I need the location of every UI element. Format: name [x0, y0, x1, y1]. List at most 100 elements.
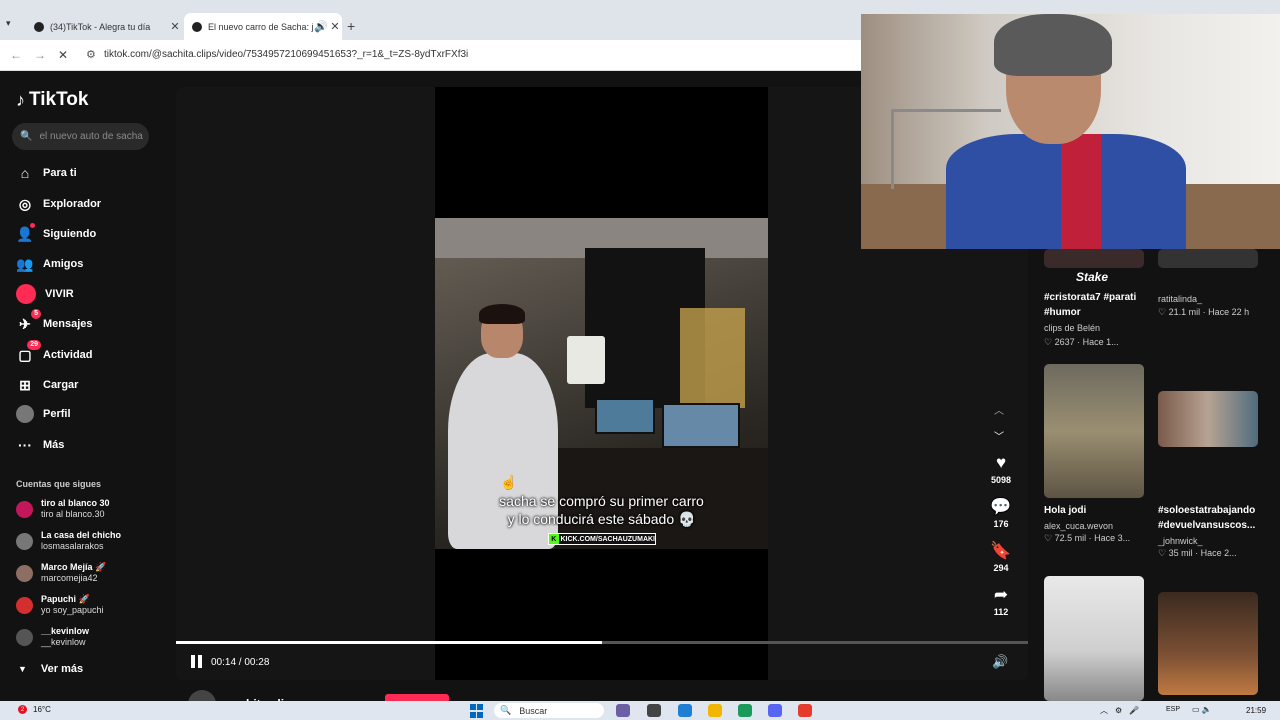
tiktok-logo[interactable]: ♪ TikTok: [16, 89, 88, 111]
language-indicator[interactable]: ESP: [1166, 706, 1180, 713]
back-arrow-icon[interactable]: ←: [10, 48, 22, 62]
close-tab-icon[interactable]: ✕: [168, 20, 182, 33]
live-icon: [16, 284, 36, 304]
account-user: marcomejia42: [41, 573, 98, 583]
following-account[interactable]: tiro al blanco 30 tiro al blanco.30: [16, 498, 110, 520]
suggested-thumbnail[interactable]: [1044, 576, 1144, 701]
suggested-title[interactable]: Hola jodi: [1044, 503, 1154, 518]
clock[interactable]: 21:59: [1246, 706, 1266, 715]
nav-following[interactable]: 👤 Siguiendo: [16, 223, 96, 243]
new-tab-plus-icon[interactable]: +: [347, 18, 355, 34]
save-button[interactable]: 🔖 294: [984, 541, 1018, 573]
forward-arrow-icon[interactable]: →: [34, 48, 46, 62]
site-info-icon[interactable]: ⚙: [86, 48, 96, 61]
search-icon: 🔍: [20, 131, 33, 142]
taskbar-search[interactable]: 🔍 Buscar: [494, 703, 604, 718]
nav-label: Actividad: [43, 349, 93, 361]
volume-icon[interactable]: 🔊: [992, 654, 1008, 670]
microphone-icon[interactable]: 🎤: [1129, 706, 1139, 715]
progress-fill: [176, 641, 602, 644]
nav-for-you[interactable]: ⌂ Para ti: [16, 164, 77, 182]
comment-button[interactable]: 💬 176: [984, 497, 1018, 529]
url-field[interactable]: tiktok.com/@sachita.clips/video/75349572…: [104, 49, 468, 60]
following-account[interactable]: Marco Mejía 🚀 marcomejia42: [16, 562, 106, 584]
see-more-button[interactable]: ▼ Ver más: [18, 663, 83, 675]
suggested-thumbnail[interactable]: [1044, 364, 1144, 498]
weather-widget[interactable]: 2 16°C: [18, 705, 51, 714]
share-button[interactable]: ➦ 112: [984, 585, 1018, 617]
taskbar-app-icon[interactable]: [616, 704, 630, 717]
nav-messages[interactable]: ✈ 5 Mensajes: [16, 309, 93, 333]
account-user: __kevinlow: [41, 637, 86, 647]
copilot-icon[interactable]: [678, 704, 692, 717]
following-account[interactable]: Papuchi 🚀 yo soy_papuchi: [16, 594, 104, 616]
current-time: 00:14: [211, 657, 237, 668]
like-button[interactable]: ♥ 5098: [984, 453, 1018, 485]
suggested-thumbnail[interactable]: [1158, 592, 1258, 695]
ago: Hace 1...: [1082, 337, 1119, 347]
suggested-author[interactable]: ratitalinda_: [1158, 293, 1202, 305]
tab-current-video[interactable]: El nuevo carro de Sacha: ju 🔊 ✕: [184, 13, 342, 40]
avatar: [16, 532, 33, 550]
nav-more[interactable]: ··· Más: [16, 436, 64, 454]
speaker-icon[interactable]: 🔊: [314, 20, 328, 33]
following-account[interactable]: La casa del chicho losmasalarakos: [16, 530, 121, 552]
logo-text: TikTok: [29, 89, 89, 110]
chrome-icon[interactable]: [798, 704, 812, 717]
pause-button[interactable]: [191, 655, 203, 668]
account-name: La casa del chicho: [41, 530, 122, 540]
previous-video-arrow-icon[interactable]: ︿: [994, 402, 1004, 417]
next-video-arrow-icon[interactable]: ﹀: [994, 428, 1004, 443]
nav-activity[interactable]: ▢ 29 Actividad: [16, 340, 93, 364]
caption-line: y lo conducirá este sábado 💀: [507, 511, 696, 527]
suggested-title[interactable]: #cristorata7 #parati #humor: [1044, 290, 1154, 320]
file-explorer-icon[interactable]: [708, 704, 722, 717]
webcam-overlay: [861, 14, 1280, 249]
nav-label: Explorador: [43, 198, 102, 210]
tiktok-note-icon: ♪: [16, 89, 25, 110]
windows-start-icon[interactable]: [470, 704, 484, 718]
stop-loading-icon[interactable]: ✕: [58, 48, 68, 62]
nav-upload[interactable]: ⊞ Cargar: [16, 376, 78, 394]
suggested-author[interactable]: alex_cuca.wevon: [1044, 520, 1113, 532]
nav-label: Para ti: [43, 167, 77, 179]
discord-icon[interactable]: [768, 704, 782, 717]
suggested-thumbnail[interactable]: [1158, 391, 1258, 447]
kick-logo-icon: K: [549, 534, 559, 544]
system-tray: ︿ ⚙ 🎤: [1100, 705, 1139, 716]
account-user: yo soy_papuchi: [41, 605, 104, 615]
nav-profile[interactable]: Perfil: [16, 405, 71, 423]
account-name: Papuchi 🚀: [41, 594, 90, 604]
account-name: __kevinlow: [41, 626, 90, 636]
network-volume-icons[interactable]: ▭ 🔈: [1192, 705, 1212, 714]
suggested-thumbnail[interactable]: [1044, 249, 1144, 268]
likes: 35 mil: [1168, 548, 1193, 558]
following-account[interactable]: __kevinlow __kevinlow: [16, 626, 89, 648]
tray-chevron-icon[interactable]: ︿: [1100, 705, 1108, 716]
share-count: 112: [993, 607, 1009, 617]
person-hair: [479, 304, 525, 324]
nav-friends[interactable]: 👥 Amigos: [16, 255, 83, 273]
task-view-icon[interactable]: [647, 704, 661, 717]
nav-explore[interactable]: ◎ Explorador: [16, 195, 101, 213]
tab-title: El nuevo carro de Sacha: ju: [208, 21, 314, 32]
ago: Hace 22 h: [1208, 307, 1250, 317]
avatar: [16, 564, 33, 582]
messages-badge: 5: [31, 309, 41, 319]
search-input[interactable]: 🔍 el nuevo auto de sacha: [12, 123, 149, 150]
suggested-title[interactable]: #soloestatrabajando #devuelvansuscos...: [1158, 503, 1268, 533]
close-tab-icon[interactable]: ✕: [328, 20, 342, 33]
video-progress-bar[interactable]: [176, 641, 1028, 644]
tab-list-chevron-icon[interactable]: ▾: [6, 18, 11, 29]
suggested-thumbnail[interactable]: [1158, 249, 1258, 268]
nav-live[interactable]: VIVIR: [16, 284, 74, 304]
likes: 2637: [1054, 337, 1075, 347]
suggested-author[interactable]: _johnwick_: [1158, 535, 1203, 547]
suggested-author[interactable]: clips de Belén: [1044, 322, 1100, 334]
taskbar-search-label: Buscar: [519, 705, 548, 716]
account-user: tiro al blanco.30: [41, 509, 105, 519]
nav-label: VIVIR: [45, 288, 74, 300]
tab-tiktok-home[interactable]: (34)TikTok - Alegra tu día ✕: [26, 13, 182, 40]
edge-icon[interactable]: [738, 704, 752, 717]
tray-app-icon[interactable]: ⚙: [1115, 706, 1122, 715]
